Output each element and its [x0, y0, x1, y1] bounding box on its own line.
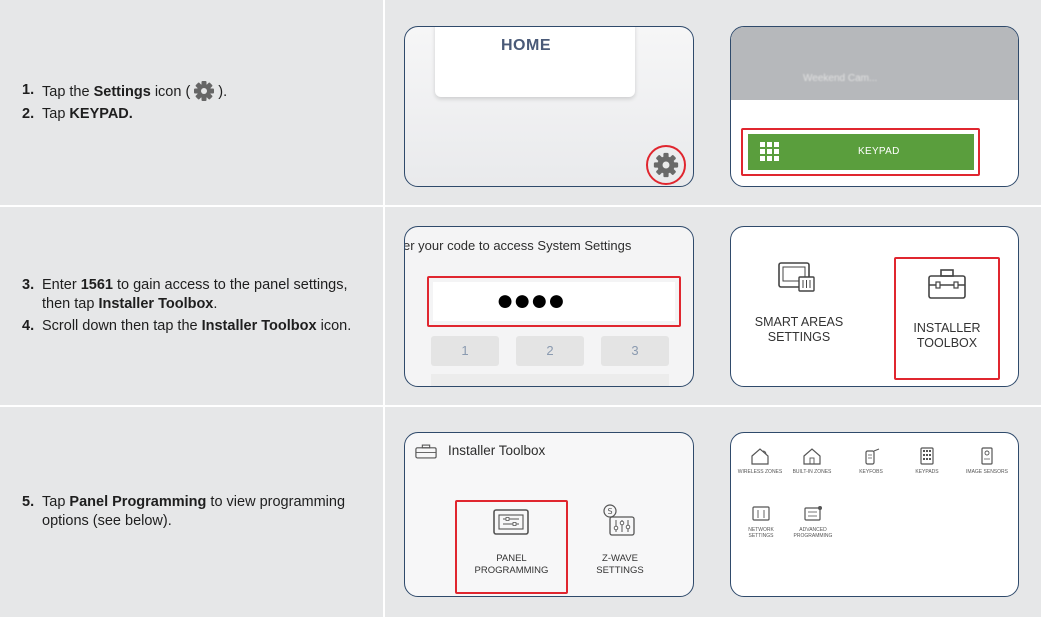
step-text: Enter 1561 to gain access to the panel s…: [42, 277, 348, 312]
step-number: 5.: [22, 494, 35, 510]
toolbox-title: Installer Toolbox: [448, 443, 546, 458]
panel-programming-tile[interactable]: PANEL PROGRAMMING: [458, 503, 565, 591]
column-divider: [383, 407, 385, 617]
step-list: 3. Enter 1561 to gain access to the pane…: [0, 273, 362, 339]
screenshot-programming-options: WIRELESS ZONES BUILT-IN ZONES KEYFOBS KE…: [730, 432, 1019, 597]
home-label: HOME: [501, 37, 551, 54]
screenshot-installer-toolbox: Installer Toolbox PANEL PROGRAMMING S Z-…: [404, 432, 694, 597]
image-sensor-icon: [981, 447, 993, 465]
keypad-grid-icon: [760, 142, 779, 161]
screenshot-home: HOME: [404, 26, 694, 187]
key-3[interactable]: 3: [601, 336, 669, 366]
step-1: 1. Tap the Settings icon ( ).: [22, 81, 362, 102]
step-text: Tap KEYPAD.: [42, 106, 133, 122]
gear-icon: [194, 81, 215, 101]
screenshot-code-entry: er your code to access System Settings ●…: [404, 226, 694, 387]
blurred-header-text: Weekend Cam...: [803, 73, 878, 84]
step-4: 4. Scroll down then tap the Installer To…: [22, 317, 362, 336]
step-number: 4.: [22, 318, 35, 334]
zwave-settings-tile[interactable]: S Z-WAVE SETTINGS: [580, 503, 660, 591]
keypad-button[interactable]: KEYPAD: [748, 134, 974, 170]
code-input[interactable]: ●●●●: [433, 282, 675, 321]
installer-toolbox-tile[interactable]: INSTALLER TOOLBOX: [897, 260, 997, 377]
step-text: Scroll down then tap the Installer Toolb…: [42, 318, 352, 334]
step-row-1: 1. Tap the Settings icon ( ). 2. Tap KEY…: [0, 0, 1041, 205]
key-1[interactable]: 1: [431, 336, 499, 366]
zwave-settings-label: Z-WAVE SETTINGS: [596, 553, 644, 576]
option-built-in-zones[interactable]: BUILT-IN ZONES: [786, 447, 838, 487]
step-5: 5. Tap Panel Programming to view program…: [22, 493, 362, 531]
smart-areas-tile[interactable]: SMART AREAS SETTINGS: [739, 257, 859, 357]
keypad-device-icon: [920, 447, 934, 465]
key-row-faded: [431, 374, 669, 386]
step-text-panel: 3. Enter 1561 to gain access to the pane…: [0, 207, 383, 405]
installer-toolbox-label: INSTALLER TOOLBOX: [913, 321, 981, 350]
key-2[interactable]: 2: [516, 336, 584, 366]
step-row-3: 5. Tap Panel Programming to view program…: [0, 407, 1041, 617]
advanced-programming-icon: [804, 506, 822, 521]
masked-code: ●●●●: [496, 284, 565, 317]
zwave-settings-icon: S: [603, 504, 635, 536]
step-text-panel: 5. Tap Panel Programming to view program…: [0, 407, 383, 617]
step-text: Tap Panel Programming to view programmin…: [42, 494, 346, 529]
panel-programming-icon: [493, 509, 529, 535]
step-2: 2. Tap KEYPAD.: [22, 105, 362, 124]
svg-text:S: S: [607, 507, 612, 516]
option-keypads[interactable]: KEYPADS: [905, 447, 949, 487]
smart-areas-icon: [778, 262, 815, 292]
step-row-2: 3. Enter 1561 to gain access to the pane…: [0, 207, 1041, 405]
smart-areas-label: SMART AREAS SETTINGS: [754, 315, 844, 344]
toolbox-icon: [415, 444, 437, 459]
gear-icon[interactable]: [653, 152, 679, 178]
step-number: 3.: [22, 277, 35, 293]
code-prompt: er your code to access System Settings: [404, 238, 632, 253]
house-icon: [751, 448, 769, 465]
panel-programming-label: PANEL PROGRAMMING: [474, 553, 549, 576]
option-wireless-zones[interactable]: WIRELESS ZONES: [735, 447, 785, 487]
keyfob-icon: [865, 448, 880, 465]
column-divider: [383, 0, 385, 205]
network-icon: [752, 506, 770, 521]
screenshot-keypad: Weekend Cam... KEYPAD: [730, 26, 1019, 187]
step-list: 1. Tap the Settings icon ( ). 2. Tap KEY…: [0, 78, 362, 127]
step-list: 5. Tap Panel Programming to view program…: [0, 490, 362, 534]
screenshot-settings: SMART AREAS SETTINGS INSTALLER TOOLBOX: [730, 226, 1019, 387]
option-keyfobs[interactable]: KEYFOBS: [849, 447, 893, 487]
step-3: 3. Enter 1561 to gain access to the pane…: [22, 276, 362, 314]
column-divider: [383, 207, 385, 405]
option-image-sensors[interactable]: IMAGE SENSORS: [959, 447, 1015, 487]
house-icon: [803, 448, 821, 465]
step-text-panel: 1. Tap the Settings icon ( ). 2. Tap KEY…: [0, 0, 383, 205]
step-text: Tap the Settings icon ( ).: [42, 81, 227, 102]
keypad-button-label: KEYPAD: [858, 146, 900, 157]
blurred-header-bar: [731, 27, 1018, 100]
step-number: 2.: [22, 106, 35, 122]
option-network-settings[interactable]: NETWORK SETTINGS: [741, 505, 781, 549]
toolbox-icon: [928, 269, 966, 299]
option-advanced-programming[interactable]: ADVANCED PROGRAMMING: [785, 505, 841, 549]
step-number: 1.: [22, 82, 35, 98]
